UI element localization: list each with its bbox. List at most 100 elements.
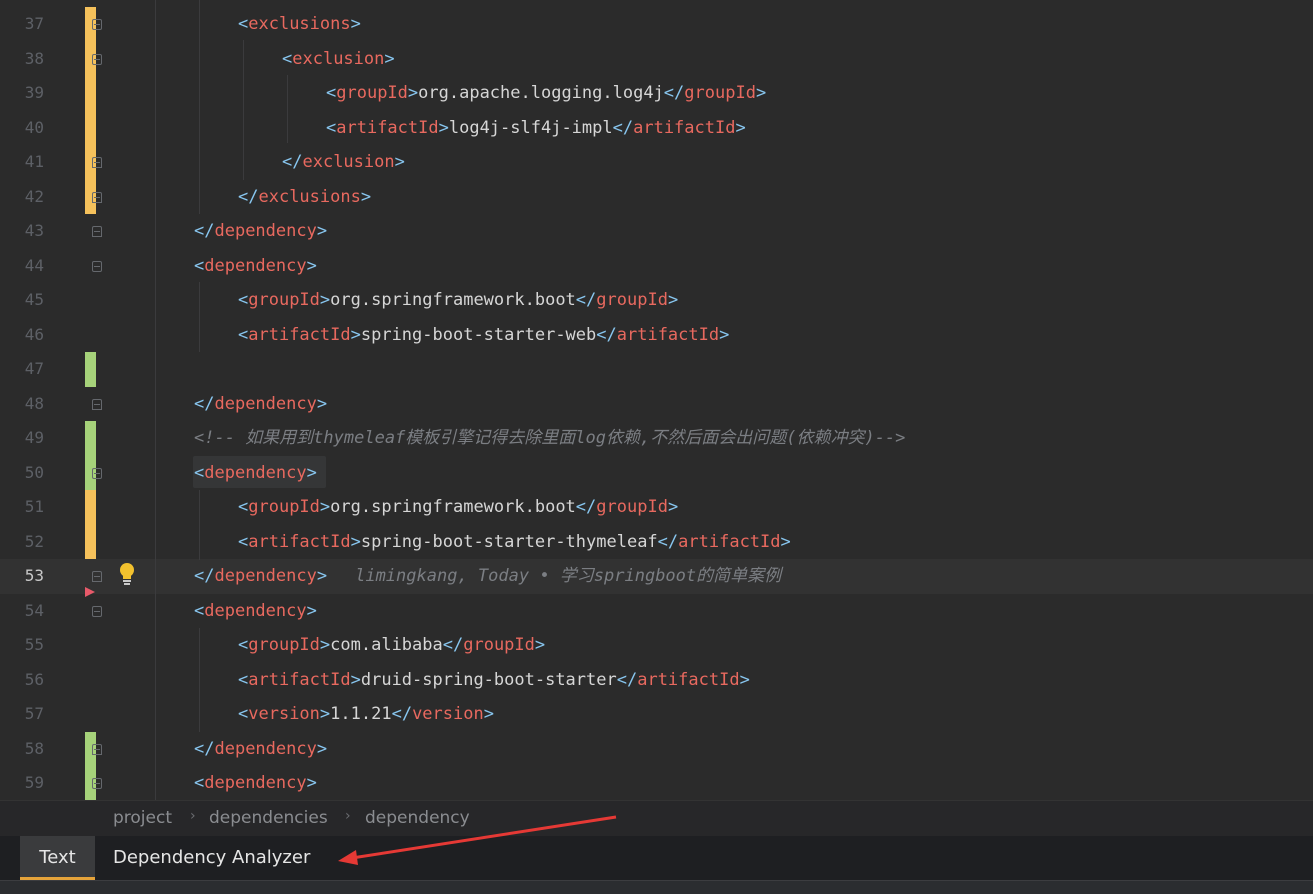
code-editor[interactable]: 37 <exclusions> 38 <exclusion> 39 <groupId>or… [0, 0, 1313, 800]
code-line[interactable]: 53 </dependency> limingkang, Today • 学习spr… [0, 559, 1313, 594]
line-number[interactable]: 51 [0, 490, 44, 525]
code-line[interactable]: 58 </dependency> [0, 731, 1313, 767]
code-line[interactable]: 43 </dependency> [0, 214, 1313, 249]
fold-toggle-icon[interactable] [92, 467, 102, 479]
line-number[interactable]: 56 [0, 663, 44, 698]
code-text[interactable]: <groupId>com.alibaba</groupId> [238, 628, 545, 663]
code-text[interactable]: <groupId>org.springframework.boot</group… [238, 283, 678, 318]
code-text[interactable]: </dependency> limingkang, Today • 学习sprin… [194, 559, 781, 594]
fold-toggle-icon[interactable] [92, 53, 102, 65]
git-blame-annotation: limingkang, Today • 学习springboot的简单案例 [355, 566, 782, 586]
fold-toggle-icon[interactable] [92, 191, 102, 203]
code-line[interactable]: 57 <version>1.1.21</version> [0, 697, 1313, 732]
code-line[interactable]: 42 </exclusions> [0, 179, 1313, 215]
breakpoint-marker-icon[interactable] [84, 586, 96, 598]
vcs-change-marker[interactable] [85, 524, 96, 559]
code-text[interactable]: <artifactId>spring-boot-starter-thymelea… [238, 525, 791, 560]
line-number[interactable]: 52 [0, 525, 44, 560]
code-text[interactable]: <groupId>org.apache.logging.log4j</group… [326, 76, 766, 111]
code-text[interactable]: </dependency> [194, 214, 327, 249]
vcs-change-marker[interactable] [85, 76, 96, 111]
fold-toggle-icon[interactable] [92, 571, 102, 582]
line-number[interactable]: 40 [0, 111, 44, 146]
code-line[interactable]: 38 <exclusion> [0, 41, 1313, 77]
breadcrumb: project › dependencies › dependency [0, 800, 1313, 837]
line-number[interactable]: 57 [0, 697, 44, 732]
lightbulb-icon[interactable] [118, 562, 136, 586]
breadcrumb-item-dependency[interactable]: dependency [365, 808, 470, 828]
line-number[interactable]: 39 [0, 76, 44, 111]
code-line[interactable]: 37 <exclusions> [0, 7, 1313, 42]
code-line[interactable]: 59 <dependency> [0, 766, 1313, 800]
fold-toggle-icon[interactable] [92, 19, 102, 30]
breadcrumb-item-project[interactable]: project [113, 808, 172, 828]
line-number[interactable]: 50 [0, 456, 44, 491]
vcs-change-marker[interactable] [85, 490, 96, 525]
vcs-change-marker[interactable] [85, 352, 96, 387]
code-text[interactable]: </dependency> [194, 387, 327, 422]
code-line[interactable]: 55 <groupId>com.alibaba</groupId> [0, 628, 1313, 663]
line-number[interactable]: 37 [0, 7, 44, 42]
code-text[interactable]: <version>1.1.21</version> [238, 697, 494, 732]
code-line[interactable]: 51 <groupId>org.springframework.boot</gro… [0, 490, 1313, 525]
code-text[interactable]: <artifactId>log4j-slf4j-impl</artifactId… [326, 111, 746, 146]
tab-text[interactable]: Text [20, 836, 95, 880]
fold-toggle-icon[interactable] [92, 157, 102, 168]
code-text[interactable]: </dependency> [194, 732, 327, 767]
code-line[interactable]: 47 [0, 352, 1313, 387]
line-number[interactable]: 41 [0, 145, 44, 180]
line-number[interactable]: 45 [0, 283, 44, 318]
chevron-right-icon: › [345, 808, 351, 824]
line-number[interactable]: 38 [0, 42, 44, 77]
chevron-right-icon: › [190, 808, 196, 824]
code-text[interactable]: <dependency> [194, 594, 317, 629]
line-number[interactable]: 55 [0, 628, 44, 663]
line-number[interactable]: 59 [0, 766, 44, 800]
fold-toggle-icon[interactable] [92, 605, 102, 617]
code-line[interactable]: 50 <dependency> [0, 455, 1313, 491]
code-text[interactable]: <groupId>org.springframework.boot</group… [238, 490, 678, 525]
line-number[interactable]: 44 [0, 249, 44, 284]
line-number[interactable]: 58 [0, 732, 44, 767]
code-text[interactable]: <dependency> [194, 456, 317, 491]
fold-toggle-icon[interactable] [92, 260, 102, 272]
code-text[interactable]: <dependency> [194, 249, 317, 284]
editor-tab-bar: Text Dependency Analyzer [0, 836, 1313, 880]
breadcrumb-item-dependencies[interactable]: dependencies [209, 808, 328, 828]
code-line[interactable]: 41 </exclusion> [0, 145, 1313, 180]
line-number[interactable]: 49 [0, 421, 44, 456]
vcs-change-marker[interactable] [85, 421, 96, 456]
code-text[interactable]: <dependency> [194, 766, 317, 800]
code-line[interactable]: 39 <groupId>org.apache.logging.log4j</gro… [0, 76, 1313, 111]
fold-toggle-icon[interactable] [92, 398, 102, 410]
code-text[interactable]: <exclusion> [282, 42, 395, 77]
status-bar [0, 880, 1313, 894]
code-line[interactable]: 40 <artifactId>log4j-slf4j-impl</artifact… [0, 110, 1313, 146]
code-text[interactable]: <!-- 如果用到thymeleaf模板引擎记得去除里面log依赖,不然后面会出… [194, 421, 905, 456]
fold-toggle-icon[interactable] [92, 743, 102, 755]
line-number[interactable]: 48 [0, 387, 44, 422]
code-line[interactable]: 45 <groupId>org.springframework.boot</gro… [0, 283, 1313, 318]
line-number[interactable]: 47 [0, 352, 44, 387]
code-text[interactable]: <exclusions> [238, 7, 361, 42]
line-number[interactable]: 53 [0, 559, 44, 594]
code-line[interactable]: 54 <dependency> [0, 594, 1313, 629]
code-line[interactable]: 44 <dependency> [0, 249, 1313, 284]
line-number[interactable]: 46 [0, 318, 44, 353]
code-text[interactable]: <artifactId>spring-boot-starter-web</art… [238, 318, 729, 353]
line-number[interactable]: 42 [0, 180, 44, 215]
line-number[interactable]: 54 [0, 594, 44, 629]
fold-toggle-icon[interactable] [92, 778, 102, 789]
code-line[interactable]: 56 <artifactId>druid-spring-boot-starter<… [0, 663, 1313, 698]
line-number[interactable]: 43 [0, 214, 44, 249]
tab-dependency-analyzer[interactable]: Dependency Analyzer [113, 836, 310, 880]
code-text[interactable]: </exclusions> [238, 180, 371, 215]
code-line[interactable]: 49 <!-- 如果用到thymeleaf模板引擎记得去除里面log依赖,不然后面… [0, 421, 1313, 456]
vcs-change-marker[interactable] [85, 110, 96, 145]
code-line[interactable]: 48 </dependency> [0, 387, 1313, 422]
fold-toggle-icon[interactable] [92, 226, 102, 237]
code-line[interactable]: 46 <artifactId>spring-boot-starter-web</a… [0, 318, 1313, 353]
code-line[interactable]: 52 <artifactId>spring-boot-starter-thymel… [0, 524, 1313, 560]
code-text[interactable]: <artifactId>druid-spring-boot-starter</a… [238, 663, 750, 698]
code-text[interactable]: </exclusion> [282, 145, 405, 180]
